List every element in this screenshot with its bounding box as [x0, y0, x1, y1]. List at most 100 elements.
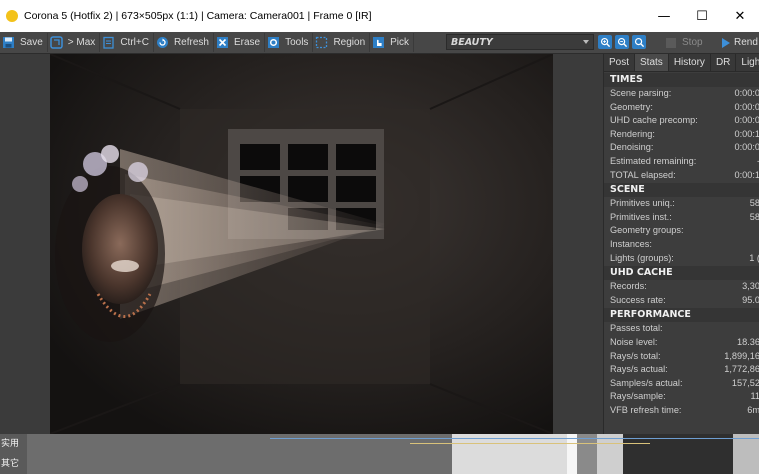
stats-list: TIMES Scene parsing: 0:00:0 Geometry: 0:00:0… — [604, 72, 759, 417]
stat-row: VFB refresh time: 6m — [604, 404, 759, 418]
stat-label: Rays/sample: — [610, 391, 666, 402]
play-icon — [722, 37, 730, 48]
section-header-performance: PERFORMANCE — [604, 308, 759, 323]
vfb-toolbar: Save > Max Ctrl+C Refresh Erase Tools Re… — [0, 32, 759, 54]
stat-row: Primitives uniq.: 58 — [604, 197, 759, 211]
stat-value: 0:00:0 — [734, 115, 759, 126]
tab-dr[interactable]: DR — [711, 54, 737, 71]
region-button[interactable]: Region — [313, 33, 371, 52]
stop-label: Stop — [682, 37, 703, 48]
strip-block — [597, 434, 623, 474]
render-scene — [50, 54, 553, 434]
render-viewport[interactable] — [0, 54, 603, 434]
stat-row: Samples/s actual: 157,52 — [604, 377, 759, 391]
stat-row: Rays/sample: 11 — [604, 390, 759, 404]
window-title: Corona 5 (Hotfix 2) | 673×505px (1:1) | … — [24, 10, 372, 22]
tab-history[interactable]: History — [669, 54, 711, 71]
stat-value: 6m — [747, 404, 759, 415]
tools-label: Tools — [285, 37, 309, 48]
render-channel-select[interactable]: BEAUTY — [446, 34, 594, 50]
strip-block — [623, 434, 733, 474]
tab-lightmix[interactable]: LightM — [736, 54, 759, 71]
chevron-down-icon — [583, 40, 589, 44]
render-button[interactable]: Rend — [722, 35, 759, 50]
stat-row: Records: 3,30 — [604, 280, 759, 294]
stat-row: UHD cache precomp: 0:00:0 — [604, 114, 759, 128]
copy-button[interactable]: Ctrl+C — [100, 33, 154, 52]
stop-icon — [666, 37, 676, 48]
window-controls: — ☐ ✕ — [645, 0, 759, 32]
render-label: Rend — [734, 37, 758, 48]
floppy-disk-icon — [2, 36, 15, 49]
section-header-scene: SCENE — [604, 183, 759, 198]
stat-label: Estimated remaining: — [610, 155, 697, 166]
zoom-fit-icon[interactable] — [632, 35, 646, 49]
strip-block — [452, 434, 567, 474]
tools-button[interactable]: Tools — [265, 33, 314, 52]
stat-row: Geometry groups: — [604, 224, 759, 238]
stat-value: 0:00:1 — [734, 128, 759, 139]
strip-block — [577, 434, 597, 474]
stat-row: TOTAL elapsed: 0:00:1 — [604, 169, 759, 183]
stat-row: Estimated remaining:- — [604, 155, 759, 169]
stat-value: 58 — [749, 198, 759, 209]
stat-value: 0:00:0 — [734, 142, 759, 153]
strip-block — [567, 434, 577, 474]
section-header-uhd: UHD CACHE — [604, 266, 759, 281]
stat-label: Rays/s total: — [610, 350, 661, 361]
copy-label: Ctrl+C — [120, 37, 149, 48]
max-button[interactable]: > Max — [48, 33, 101, 52]
stat-label: Geometry groups: — [610, 225, 684, 236]
stat-label: Passes total: — [610, 323, 663, 334]
stats-panel: Post Stats History DR LightM TIMESScene … — [603, 54, 759, 434]
stat-row: Passes total: — [604, 322, 759, 336]
stat-row: Rays/s total: 1,899,16 — [604, 350, 759, 364]
stat-label: Primitives inst.: — [610, 211, 672, 222]
erase-button[interactable]: Erase — [214, 33, 266, 52]
stat-value: 0:00:0 — [734, 88, 759, 98]
zoom-out-icon[interactable] — [615, 35, 629, 49]
stat-value: 11 — [750, 391, 759, 402]
zoom-in-icon[interactable] — [598, 35, 612, 49]
stat-value: 1,899,16 — [724, 350, 759, 361]
erase-label: Erase — [233, 37, 261, 48]
tab-post[interactable]: Post — [604, 54, 636, 71]
stat-value: 18.36 — [737, 336, 759, 347]
stat-label: Geometry: — [610, 101, 653, 112]
title-bar: Corona 5 (Hotfix 2) | 673×505px (1:1) | … — [0, 0, 759, 32]
stat-label: UHD cache precomp: — [610, 115, 698, 126]
stat-row: Primitives inst.: 58 — [604, 211, 759, 225]
stat-label: Noise level: — [610, 336, 658, 347]
refresh-button[interactable]: Refresh — [154, 33, 214, 52]
region-label: Region — [333, 37, 366, 48]
panel-tabs: Post Stats History DR LightM — [604, 54, 759, 72]
stat-row: Rendering: 0:00:1 — [604, 128, 759, 142]
stat-label: Lights (groups): — [610, 252, 674, 263]
stat-value: 0:00:1 — [734, 169, 759, 180]
refresh-label: Refresh — [173, 37, 209, 48]
bottom-label-other: 其它 — [0, 454, 27, 474]
max-icon — [50, 36, 63, 49]
stat-row: Rays/s actual: 1,772,86 — [604, 363, 759, 377]
bottom-label-utility: 实用 — [0, 434, 27, 454]
strip-line — [410, 443, 650, 444]
strip-line — [270, 438, 759, 439]
stat-label: Scene parsing: — [610, 88, 672, 98]
stat-value: 58 — [749, 211, 759, 222]
pick-button[interactable]: Pick — [370, 33, 415, 52]
stat-label: Success rate: — [610, 294, 666, 305]
stat-label: Denoising: — [610, 142, 654, 153]
save-button[interactable]: Save — [0, 33, 48, 52]
stat-label: Primitives uniq.: — [610, 198, 675, 209]
strip-block — [27, 434, 452, 474]
maximize-button[interactable]: ☐ — [683, 0, 721, 32]
minimize-button[interactable]: — — [645, 0, 683, 32]
tab-stats[interactable]: Stats — [635, 54, 669, 71]
stat-value: 1 ( — [749, 252, 759, 263]
stop-button[interactable]: Stop — [666, 35, 718, 50]
erase-icon — [216, 36, 229, 49]
stat-value: 3,30 — [742, 281, 759, 292]
stat-row: Lights (groups): 1 ( — [604, 252, 759, 266]
zoom-controls — [598, 35, 646, 49]
close-button[interactable]: ✕ — [721, 0, 759, 32]
